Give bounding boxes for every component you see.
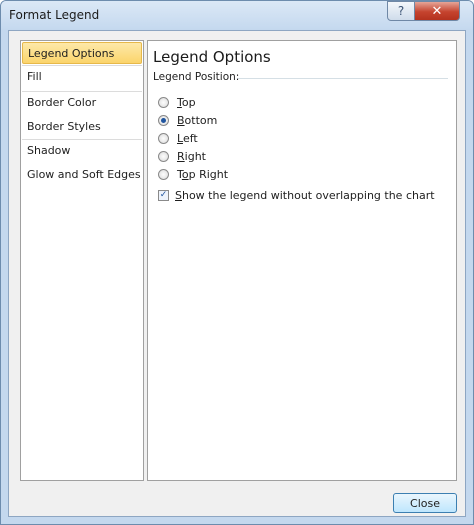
- window-close-button[interactable]: ✕: [414, 1, 460, 21]
- sidebar-item-glow-and-soft-edges[interactable]: Glow and Soft Edges: [22, 164, 142, 186]
- help-button[interactable]: ?: [387, 1, 415, 21]
- sidebar-item-label: Border Styles: [27, 120, 101, 133]
- section-divider: [238, 78, 448, 79]
- radio-label: Top: [177, 96, 196, 109]
- radio-top[interactable]: Top: [158, 94, 338, 110]
- options-panel: Legend Options Legend Position: Top Bott…: [147, 40, 457, 481]
- mnemonic: B: [177, 113, 185, 127]
- radio-label: Left: [177, 132, 198, 145]
- label-rest: op: [181, 95, 196, 109]
- radio-label: Right: [177, 150, 206, 163]
- label-rest: eft: [182, 131, 198, 145]
- mnemonic: S: [175, 189, 182, 202]
- sidebar-item-legend-options[interactable]: Legend Options: [22, 42, 142, 64]
- mnemonic: R: [177, 149, 185, 163]
- radio-right[interactable]: Right: [158, 148, 338, 164]
- radio-bottom[interactable]: Bottom: [158, 112, 338, 128]
- radio-label: Bottom: [177, 114, 217, 127]
- checkbox-label: Show the legend without overlapping the …: [175, 189, 435, 202]
- radio-button[interactable]: [158, 114, 169, 126]
- sidebar-item-label: Fill: [27, 70, 42, 83]
- close-button[interactable]: Close: [393, 493, 457, 513]
- radio-dot-icon: [161, 117, 166, 123]
- format-legend-dialog: Format Legend ? ✕ Legend Options Fill Bo…: [0, 0, 474, 525]
- title-bar[interactable]: Format Legend ? ✕: [1, 1, 473, 29]
- window-title: Format Legend: [9, 8, 100, 22]
- panel-heading: Legend Options: [153, 48, 271, 66]
- help-icon: ?: [397, 4, 405, 18]
- radio-button[interactable]: [158, 132, 169, 144]
- sidebar-item-border-styles[interactable]: Border Styles: [22, 116, 142, 138]
- sidebar-item-label: Shadow: [27, 144, 71, 157]
- radio-button[interactable]: [158, 96, 169, 108]
- show-without-overlap-checkbox[interactable]: ✓ Show the legend without overlapping th…: [158, 189, 435, 202]
- label-rest: ottom: [184, 113, 218, 127]
- sidebar-item-fill[interactable]: Fill: [22, 66, 142, 88]
- category-list: Legend Options Fill Border Color Border …: [20, 40, 144, 481]
- sidebar-item-label: Border Color: [27, 96, 97, 109]
- dialog-body: Legend Options Fill Border Color Border …: [8, 30, 466, 517]
- sidebar-item-label: Glow and Soft Edges: [27, 168, 141, 181]
- radio-button[interactable]: [158, 168, 169, 180]
- radio-label: Top Right: [177, 168, 228, 181]
- checkmark-icon: ✓: [159, 190, 168, 200]
- mnemonic: o: [181, 167, 189, 181]
- close-button-label: Close: [410, 496, 440, 510]
- radio-left[interactable]: Left: [158, 130, 338, 146]
- label-rest: p Right: [188, 167, 229, 181]
- sidebar-item-border-color[interactable]: Border Color: [22, 92, 142, 114]
- radio-top-right[interactable]: Top Right: [158, 166, 338, 182]
- close-icon: ✕: [431, 3, 443, 19]
- legend-position-label: Legend Position:: [153, 71, 240, 83]
- sidebar-item-shadow[interactable]: Shadow: [22, 140, 142, 162]
- sidebar-item-label: Legend Options: [28, 47, 115, 60]
- checkbox[interactable]: ✓: [158, 190, 169, 201]
- radio-button[interactable]: [158, 150, 169, 162]
- label-rest: ight: [184, 149, 206, 163]
- label-rest: how the legend without overlapping the c…: [181, 189, 435, 202]
